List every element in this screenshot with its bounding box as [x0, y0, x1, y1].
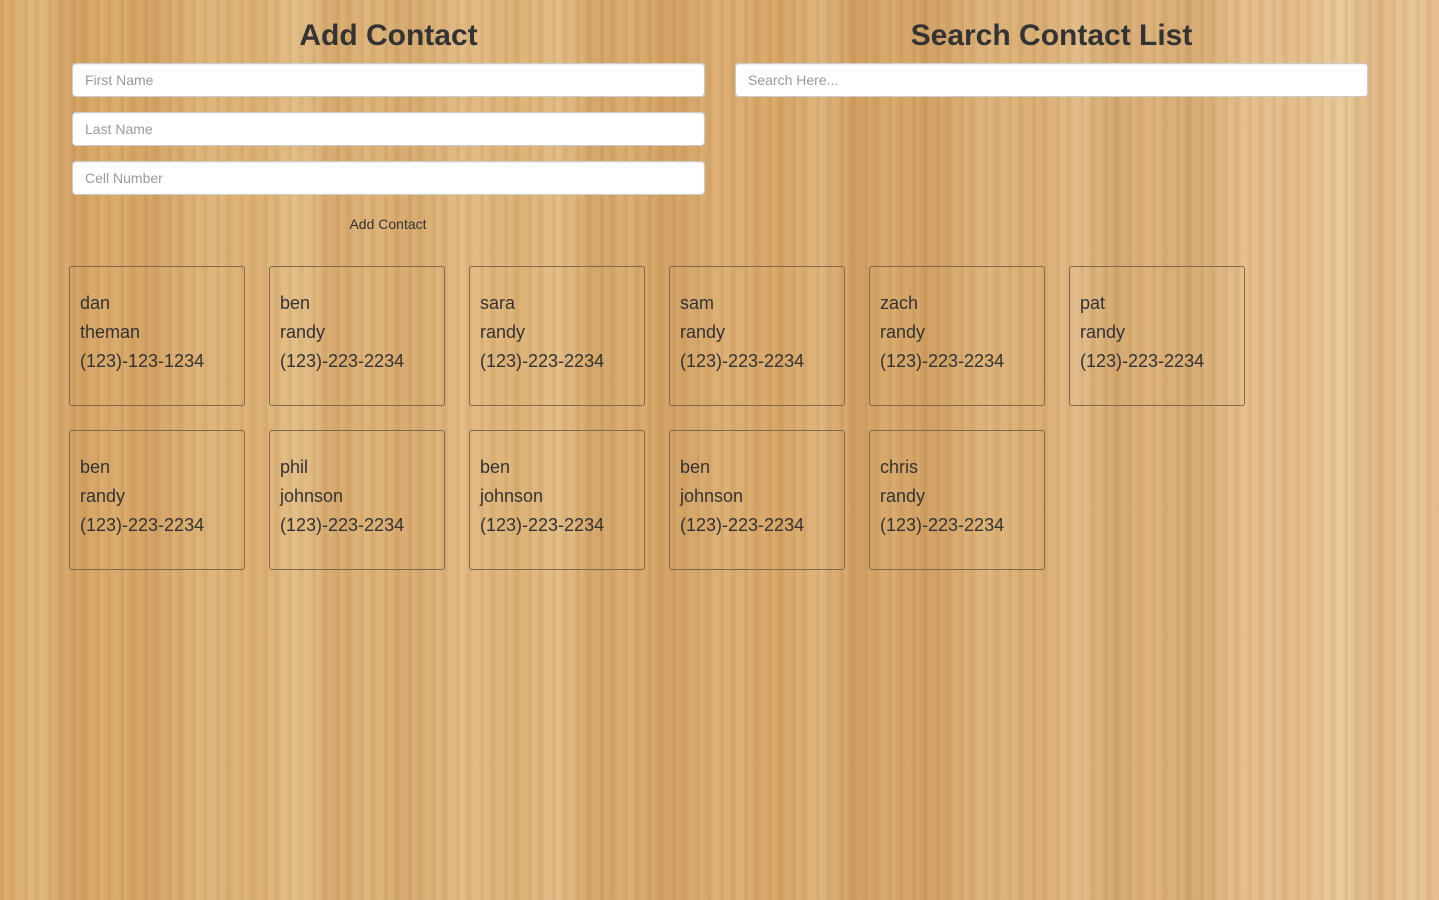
- contact-first-name: ben: [480, 457, 511, 477]
- contact-first-name: sara: [480, 293, 516, 313]
- contact-card[interactable]: ben randy (123)-223-2234: [69, 430, 245, 570]
- contact-phone: (123)-223-2234: [680, 515, 805, 535]
- contact-first-name: pat: [1080, 293, 1106, 313]
- contact-first-name: sam: [680, 293, 715, 313]
- contact-phone: (123)-223-2234: [1080, 351, 1205, 371]
- contact-phone: (123)-223-2234: [880, 351, 1005, 371]
- contact-phone: (123)-223-2234: [480, 351, 605, 371]
- contact-last-name: theman: [80, 322, 141, 342]
- contact-card[interactable]: sam randy (123)-223-2234: [669, 266, 845, 406]
- contact-last-name: randy: [280, 322, 326, 342]
- contact-card[interactable]: sara randy (123)-223-2234: [469, 266, 645, 406]
- contact-last-name: johnson: [680, 486, 744, 506]
- contact-phone: (123)-223-2234: [680, 351, 805, 371]
- contact-last-name: johnson: [280, 486, 344, 506]
- contact-card[interactable]: dan theman (123)-123-1234: [69, 266, 245, 406]
- contact-phone: (123)-223-2234: [280, 515, 405, 535]
- contact-first-name: phil: [280, 457, 309, 477]
- contact-last-name: johnson: [480, 486, 544, 506]
- contact-last-name: randy: [80, 486, 126, 506]
- cell-number-input[interactable]: [72, 161, 705, 195]
- contact-card[interactable]: pat randy (123)-223-2234: [1069, 266, 1245, 406]
- contact-first-name: ben: [80, 457, 111, 477]
- contact-card[interactable]: ben johnson (123)-223-2234: [669, 430, 845, 570]
- contact-last-name: randy: [480, 322, 526, 342]
- contact-card[interactable]: ben randy (123)-223-2234: [269, 266, 445, 406]
- contact-last-name: randy: [1080, 322, 1126, 342]
- contact-card[interactable]: phil johnson (123)-223-2234: [269, 430, 445, 570]
- first-name-input[interactable]: [72, 63, 705, 97]
- contact-card[interactable]: ben johnson (123)-223-2234: [469, 430, 645, 570]
- contact-card[interactable]: chris randy (123)-223-2234: [869, 430, 1045, 570]
- search-contact-list-title: Search Contact List: [910, 19, 1193, 52]
- contact-phone: (123)-123-1234: [80, 351, 205, 371]
- contact-phone: (123)-223-2234: [80, 515, 205, 535]
- add-contact-title: Add Contact: [299, 19, 478, 52]
- contact-phone: (123)-223-2234: [480, 515, 605, 535]
- contact-first-name: dan: [80, 293, 111, 313]
- last-name-input[interactable]: [72, 112, 705, 146]
- contact-phone: (123)-223-2234: [280, 351, 405, 371]
- search-input[interactable]: [735, 63, 1368, 97]
- contact-phone: (123)-223-2234: [880, 515, 1005, 535]
- contact-last-name: randy: [880, 486, 926, 506]
- contact-first-name: chris: [880, 457, 919, 477]
- contact-first-name: ben: [280, 293, 311, 313]
- contact-first-name: zach: [880, 293, 919, 313]
- contact-card[interactable]: zach randy (123)-223-2234: [869, 266, 1045, 406]
- contact-last-name: randy: [680, 322, 726, 342]
- contact-last-name: randy: [880, 322, 926, 342]
- contact-list: dan theman (123)-123-1234 ben randy (123…: [69, 266, 1269, 594]
- add-contact-button[interactable]: Add Contact: [328, 213, 448, 235]
- contact-first-name: ben: [680, 457, 711, 477]
